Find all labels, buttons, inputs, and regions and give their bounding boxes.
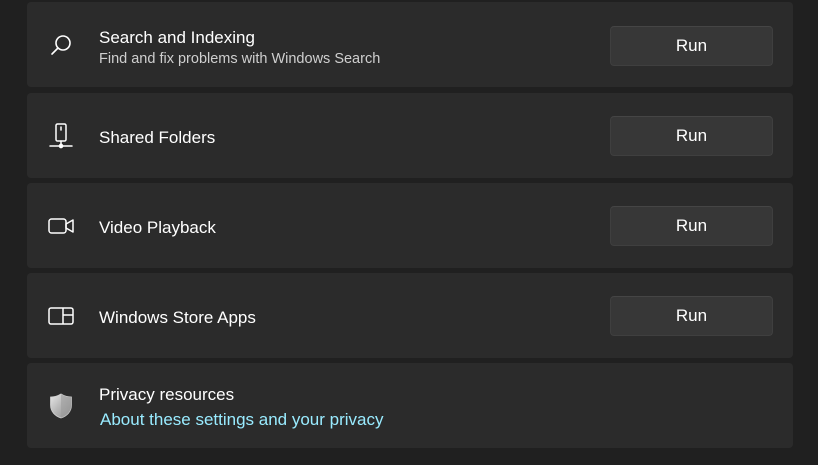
troubleshooter-video-playback: Video Playback Run [27,183,793,268]
run-shared-folders-button[interactable]: Run [610,116,773,156]
search-icon [47,32,75,60]
troubleshooter-search-indexing: Search and Indexing Find and fix problem… [27,2,793,87]
store-apps-icon [47,302,75,330]
shared-folders-icon [47,122,75,150]
troubleshooter-shared-folders: Shared Folders Run [27,93,793,178]
run-windows-store-apps-button[interactable]: Run [610,296,773,336]
privacy-resources-title: Privacy resources [99,385,235,404]
run-video-playback-button[interactable]: Run [610,206,773,246]
troubleshooter-title: Windows Store Apps [99,308,256,327]
run-search-indexing-button[interactable]: Run [610,26,773,66]
troubleshooter-title: Search and Indexing [99,28,255,47]
troubleshooter-subtitle: Find and fix problems with Windows Searc… [99,51,381,67]
troubleshooter-title: Shared Folders [99,128,216,147]
video-camera-icon [47,212,75,240]
troubleshooter-title: Video Playback [99,218,216,237]
privacy-resources-card: Privacy resources About these settings a… [27,363,793,448]
shield-icon [47,392,75,420]
privacy-settings-link[interactable]: About these settings and your privacy [100,410,384,430]
troubleshooter-windows-store-apps: Windows Store Apps Run [27,273,793,358]
